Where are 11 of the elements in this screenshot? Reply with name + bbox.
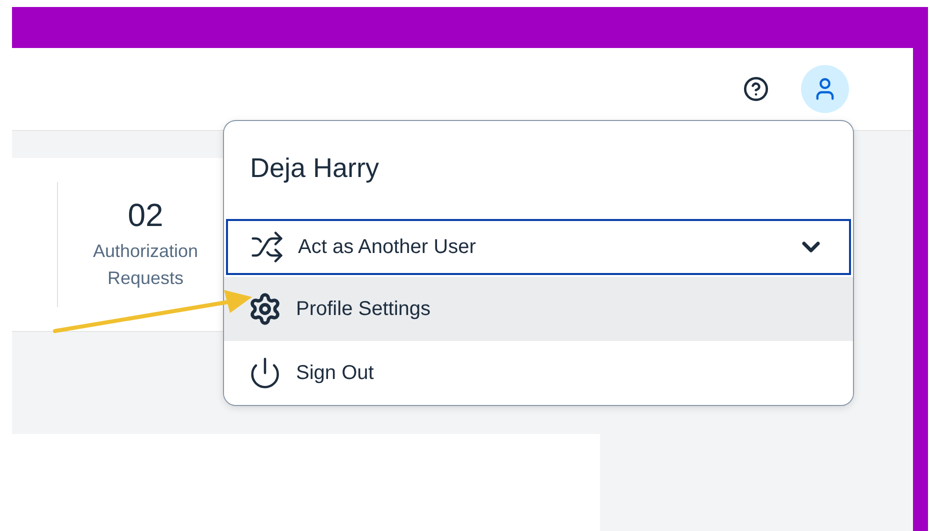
tile-label: Authorization Requests (92, 240, 200, 290)
user-name: Deja Harry (249, 152, 380, 185)
user-avatar-button[interactable] (801, 65, 849, 113)
tile-count: 02 (128, 197, 164, 234)
power-icon (248, 356, 282, 390)
menu-item[interactable]: Sign Out (224, 341, 853, 405)
gear-icon (248, 292, 282, 326)
help-icon[interactable] (742, 75, 770, 103)
menu-item[interactable]: Act as Another User (226, 219, 851, 275)
menu-item[interactable]: Profile Settings (224, 277, 853, 341)
shuffle-icon (250, 230, 284, 264)
